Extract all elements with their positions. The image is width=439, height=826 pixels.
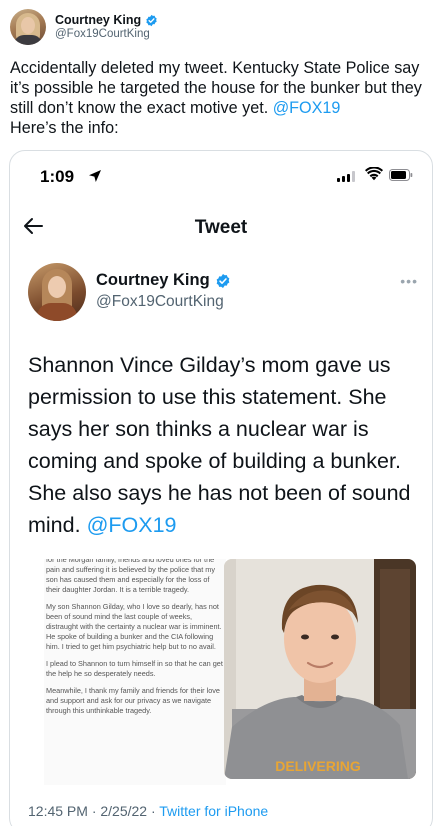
shirt-print: DELIVERING — [275, 758, 361, 774]
letter-paragraph: Meanwhile, I thank my family and friends… — [46, 686, 220, 715]
phone-status-bar: 1:09 — [10, 151, 432, 205]
status-time: 1:09 — [40, 167, 75, 186]
avatar[interactable] — [28, 263, 86, 321]
letter-paragraph: My son Shannon Gilday, who I love so dea… — [46, 602, 222, 651]
battery-icon — [389, 169, 413, 181]
tweet-media[interactable]: for the Morgan family, friends and loved… — [44, 559, 416, 785]
page-title: Tweet — [194, 217, 248, 238]
inner-author-handle[interactable]: @Fox19CourtKing — [96, 293, 224, 311]
statement-letter-image[interactable]: for the Morgan family, friends and loved… — [44, 559, 226, 785]
inner-mention-link[interactable]: @FOX19 — [87, 513, 177, 537]
inner-tweet-author: Courtney King @Fox19CourtKing ••• — [28, 263, 418, 323]
tweet-text-end: Here’s the info: — [10, 119, 119, 137]
timestamp-text[interactable]: 12:45 PM · 2/25/22 · — [28, 803, 159, 819]
tweet-nav-bar: Tweet — [10, 205, 432, 251]
attached-screenshot[interactable]: 1:09 Tweet Courtney King @Fox19CourtKing… — [9, 150, 433, 826]
mention-link[interactable]: @FOX19 — [273, 99, 341, 117]
location-arrow-icon — [89, 170, 101, 182]
letter-paragraph: I plead to Shannon to turn himself in so… — [46, 659, 223, 678]
inner-tweet-body: Shannon Vince Gilday’s mom gave us permi… — [28, 353, 411, 537]
tweet-timestamp: 12:45 PM · 2/25/22 · Twitter for iPhone — [28, 803, 268, 819]
inner-tweet-text: Shannon Vince Gilday’s mom gave us permi… — [28, 349, 424, 541]
inner-author-name-row[interactable]: Courtney King — [96, 271, 231, 290]
cellular-signal-icon — [337, 171, 355, 182]
author-name-row[interactable]: Courtney King — [55, 13, 158, 27]
inner-author-name[interactable]: Courtney King — [96, 271, 210, 290]
author-name[interactable]: Courtney King — [55, 13, 141, 27]
letter-paragraph: for the Morgan family, friends and loved… — [46, 559, 216, 594]
tweet-source-link[interactable]: Twitter for iPhone — [159, 803, 268, 819]
tweet-text-body: Accidentally deleted my tweet. Kentucky … — [10, 59, 422, 117]
author-info: Courtney King @Fox19CourtKing — [55, 13, 158, 41]
verified-badge-icon — [146, 14, 157, 26]
tweet-text: Accidentally deleted my tweet. Kentucky … — [10, 58, 430, 138]
wifi-icon — [365, 167, 383, 181]
outer-tweet-header: Courtney King @Fox19CourtKing — [10, 6, 158, 48]
person-photo-image: DELIVERING — [224, 559, 416, 779]
author-handle[interactable]: @Fox19CourtKing — [55, 27, 158, 41]
person-photo[interactable]: DELIVERING — [224, 559, 416, 779]
avatar[interactable] — [10, 9, 46, 45]
verified-badge-icon — [216, 273, 230, 288]
more-options-icon[interactable]: ••• — [400, 273, 418, 289]
